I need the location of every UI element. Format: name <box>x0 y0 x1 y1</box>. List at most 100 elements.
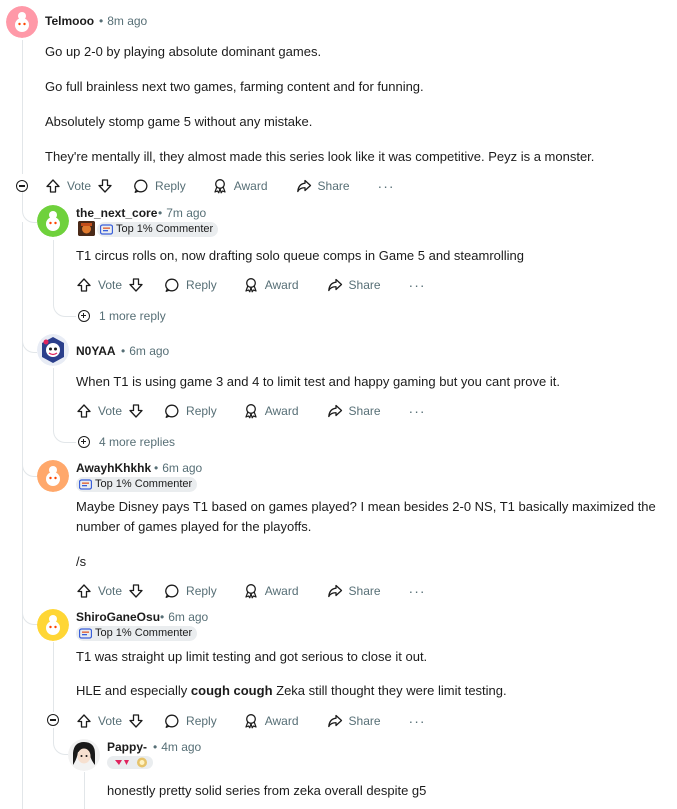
downvote-button[interactable] <box>128 403 144 419</box>
share-icon <box>327 403 343 419</box>
more-replies-label: 4 more replies <box>99 435 176 449</box>
downvote-icon <box>97 178 113 194</box>
thread-elbow <box>53 728 68 755</box>
timestamp-text: 6m ago <box>168 610 209 624</box>
username[interactable]: Telmooo <box>45 14 94 28</box>
comment-paragraph: Go up 2-0 by playing absolute dominant g… <box>45 44 322 59</box>
flair-badge: Top 1% Commenter <box>76 626 198 641</box>
flair-badge: Top 1% Commenter <box>97 222 219 237</box>
upvote-button[interactable]: Vote <box>76 713 122 729</box>
reply-button[interactable]: Reply <box>164 277 217 293</box>
upvote-button[interactable]: Vote <box>76 403 122 419</box>
flair-text: Top 1% Commenter <box>95 478 193 490</box>
thread-line-sub <box>84 772 85 809</box>
reply-label: Reply <box>186 278 217 292</box>
share-button[interactable]: Share <box>327 403 381 419</box>
share-icon <box>296 178 312 194</box>
share-button[interactable]: Share <box>296 178 350 194</box>
comment-action-bar: Vote Reply Award Share ··· <box>76 401 426 421</box>
timestamp: • 6m ago <box>121 344 170 358</box>
comment-paragraph: T1 circus rolls on, now drafting solo qu… <box>76 248 524 263</box>
downvote-icon <box>128 583 144 599</box>
more-options-icon: ··· <box>408 713 426 729</box>
collapse-thread-icon[interactable] <box>47 714 59 726</box>
upvote-icon <box>45 178 61 194</box>
comment-paragraph: Absolutely stomp game 5 without any mist… <box>45 114 313 129</box>
award-icon <box>243 403 259 419</box>
more-replies-button[interactable]: 1 more reply <box>78 309 166 323</box>
top-commenter-icon <box>78 628 93 639</box>
upvote-button[interactable]: Vote <box>45 178 91 194</box>
more-options-button[interactable]: ··· <box>409 277 426 293</box>
flair-badge: Top 1% Commenter <box>76 477 198 492</box>
username[interactable]: N0YAA <box>76 344 116 358</box>
reply-button[interactable]: Reply <box>164 713 217 729</box>
reply-icon <box>164 583 180 599</box>
downvote-button[interactable] <box>97 178 113 194</box>
award-button[interactable]: Award <box>243 403 299 419</box>
share-icon <box>327 583 343 599</box>
user-flair-image <box>78 221 95 236</box>
username[interactable]: Pappy- <box>107 740 147 754</box>
downvote-icon <box>128 713 144 729</box>
comment-bold-text: cough cough <box>190 683 273 698</box>
avatar[interactable] <box>68 739 100 771</box>
share-button[interactable]: Share <box>327 713 381 729</box>
more-options-icon: ··· <box>408 583 426 599</box>
thread-elbow <box>22 592 37 625</box>
avatar[interactable] <box>37 609 69 641</box>
timestamp: • 6m ago <box>154 461 203 475</box>
timestamp: • 7m ago <box>158 206 207 220</box>
avatar[interactable] <box>37 334 69 366</box>
share-label: Share <box>348 404 381 418</box>
award-label: Award <box>233 179 268 193</box>
more-options-button[interactable]: ··· <box>409 713 426 729</box>
timestamp-text: 8m ago <box>107 14 148 28</box>
collapse-thread-icon[interactable] <box>16 180 28 192</box>
downvote-button[interactable] <box>128 277 144 293</box>
avatar[interactable] <box>37 460 69 492</box>
more-options-button[interactable]: ··· <box>409 583 426 599</box>
comment-action-bar: Vote Reply Award Share ··· <box>45 176 395 196</box>
downvote-button[interactable] <box>128 583 144 599</box>
comment-paragraph: Go full brainless next two games, farmin… <box>45 79 424 94</box>
avatar[interactable] <box>37 205 69 237</box>
username[interactable]: AwayhKhkhk <box>76 461 151 475</box>
award-button[interactable]: Award <box>243 583 299 599</box>
award-label: Award <box>264 278 299 292</box>
reply-button[interactable]: Reply <box>164 583 217 599</box>
more-options-button[interactable]: ··· <box>409 403 426 419</box>
more-replies-button[interactable]: 4 more replies <box>78 435 175 449</box>
award-button[interactable]: Award <box>212 178 268 194</box>
share-label: Share <box>348 278 381 292</box>
user-flair-emblem <box>107 756 153 769</box>
downvote-button[interactable] <box>128 713 144 729</box>
thread-line-main <box>22 40 23 174</box>
reply-icon <box>164 403 180 419</box>
username[interactable]: the_next_core <box>76 206 157 220</box>
upvote-button[interactable]: Vote <box>76 583 122 599</box>
reply-label: Reply <box>155 179 186 193</box>
vote-label: Vote <box>98 404 123 418</box>
reply-icon <box>164 277 180 293</box>
upvote-button[interactable]: Vote <box>76 277 122 293</box>
comment-paragraph: T1 was straight up limit testing and got… <box>76 649 428 664</box>
share-button[interactable]: Share <box>327 583 381 599</box>
avatar[interactable] <box>6 6 38 38</box>
comment-paragraph: HLE and especially cough cough Zeka stil… <box>76 682 507 700</box>
username[interactable]: ShiroGaneOsu <box>76 610 160 624</box>
timestamp: • 4m ago <box>153 740 202 754</box>
reply-button[interactable]: Reply <box>133 178 186 194</box>
thread-line-sub <box>53 240 54 304</box>
award-icon <box>243 713 259 729</box>
timestamp-text: 7m ago <box>166 206 207 220</box>
reply-label: Reply <box>186 584 217 598</box>
award-button[interactable]: Award <box>243 277 299 293</box>
award-icon <box>243 277 259 293</box>
award-icon <box>212 178 228 194</box>
share-button[interactable]: Share <box>327 277 381 293</box>
thread-elbow <box>53 426 76 443</box>
reply-button[interactable]: Reply <box>164 403 217 419</box>
more-options-button[interactable]: ··· <box>378 178 395 194</box>
award-button[interactable]: Award <box>243 713 299 729</box>
